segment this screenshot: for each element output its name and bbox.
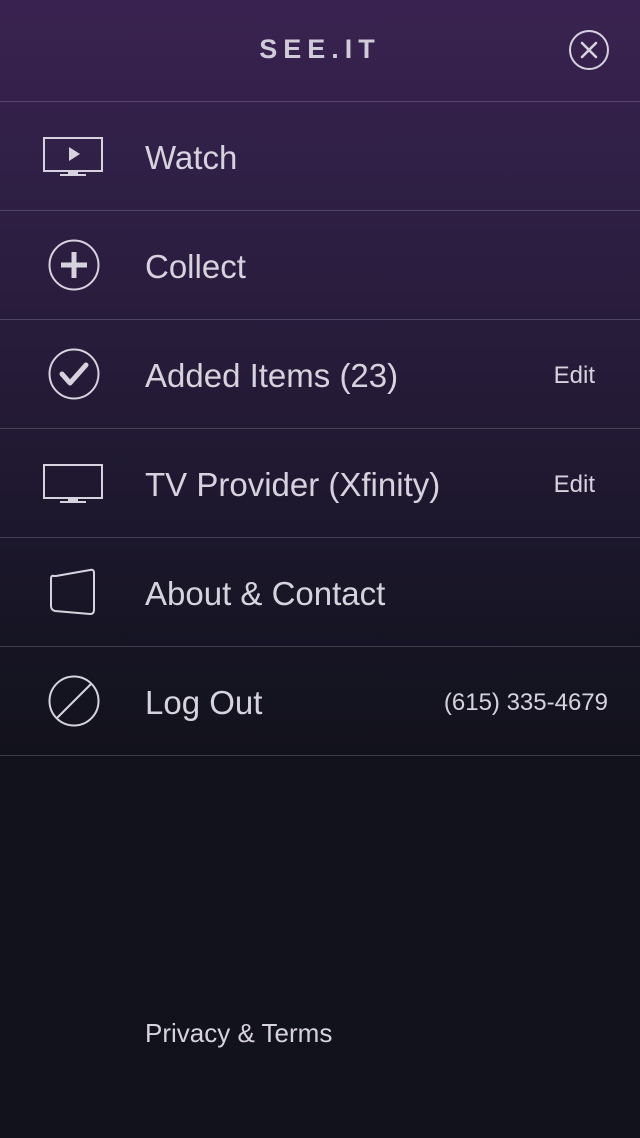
app-title: SEE.IT	[259, 34, 381, 64]
tv-play-icon	[43, 137, 103, 176]
header: SEE.IT	[0, 0, 640, 101]
plus-circle-icon	[48, 239, 100, 291]
speech-card-icon	[50, 568, 95, 615]
close-icon	[580, 41, 598, 59]
menu-item-collect[interactable]: Collect	[0, 211, 640, 319]
menu-item-about-contact[interactable]: About & Contact	[0, 538, 640, 646]
menu-item-log-out[interactable]: Log Out (615) 335-4679	[0, 647, 640, 755]
menu-item-label: Log Out	[145, 684, 263, 721]
menu-item-watch[interactable]: Watch	[0, 102, 640, 210]
edit-tv-provider-button[interactable]: Edit	[554, 471, 595, 499]
check-circle-icon	[48, 348, 100, 400]
edit-added-items-button[interactable]: Edit	[554, 362, 595, 390]
tv-icon	[43, 464, 103, 503]
close-button[interactable]	[569, 30, 609, 70]
slash-circle-icon	[48, 675, 100, 727]
divider	[0, 755, 640, 756]
menu-item-added-items[interactable]: Added Items (23) Edit	[0, 320, 640, 428]
privacy-terms-link[interactable]: Privacy & Terms	[145, 1018, 332, 1049]
menu-item-label: Collect	[145, 248, 246, 285]
menu-item-label: Added Items (23)	[145, 357, 399, 394]
menu-item-label: Watch	[145, 139, 238, 176]
menu-item-tv-provider[interactable]: TV Provider (Xfinity) Edit	[0, 429, 640, 537]
menu-item-label: About & Contact	[145, 575, 386, 612]
menu-item-label: TV Provider (Xfinity)	[145, 466, 441, 503]
phone-number: (615) 335-4679	[443, 689, 608, 716]
main-menu: Watch Collect Added Items (23) Edit TV P…	[0, 101, 640, 756]
